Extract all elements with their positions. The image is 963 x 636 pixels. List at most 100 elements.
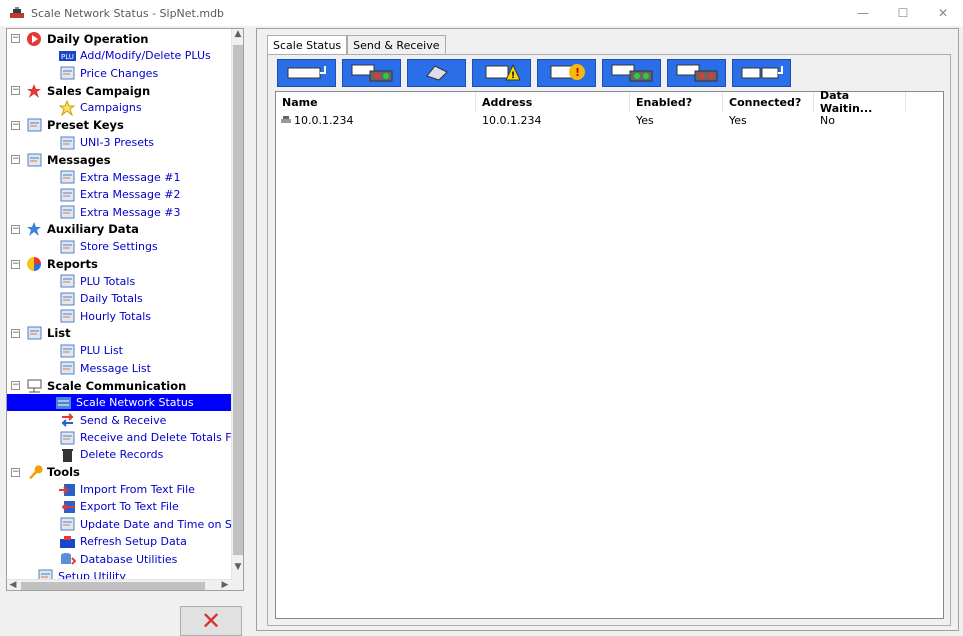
tree-group-3[interactable]: − Messages	[11, 151, 111, 168]
tree-group-5[interactable]: − Reports	[11, 256, 98, 273]
tree-item[interactable]: Extra Message #2	[59, 186, 180, 203]
maximize-button[interactable]: ☐	[883, 0, 923, 26]
table-row[interactable]: 10.0.1.234 10.0.1.234 Yes Yes No	[276, 112, 906, 128]
tree-item[interactable]: Import From Text File	[59, 481, 195, 498]
collapse-icon[interactable]: −	[11, 120, 20, 130]
hscroll-thumb[interactable]	[21, 582, 205, 590]
tree-group-8[interactable]: − Tools	[11, 464, 80, 481]
tree-item-label: Import From Text File	[80, 483, 195, 497]
scroll-up-icon[interactable]: ▲	[232, 29, 243, 43]
scale-unplug-icon	[740, 62, 784, 85]
tab-scale-status[interactable]: Scale Status	[267, 35, 348, 56]
tree-item[interactable]: Update Date and Time on S	[59, 516, 232, 533]
tree-item[interactable]: Hourly Totals	[59, 308, 151, 325]
database-icon	[59, 551, 77, 567]
scale-connect-button[interactable]	[277, 59, 336, 87]
star-icon	[26, 83, 43, 99]
scale-plug-icon	[285, 62, 329, 85]
tree-item[interactable]: PLU Add/Modify/Delete PLUs	[59, 47, 211, 64]
table-cell: Yes	[630, 112, 723, 128]
tree-item[interactable]: PLU Totals	[59, 273, 135, 290]
tree-item[interactable]: Scale Network Status	[7, 394, 233, 412]
tree-item[interactable]: Price Changes	[59, 65, 158, 82]
tree-group-0[interactable]: − Daily Operation	[11, 30, 148, 47]
tree-group-label: Auxiliary Data	[47, 222, 139, 237]
tree-item[interactable]: PLU List	[59, 342, 123, 359]
tree-item-label: Store Settings	[80, 240, 158, 254]
scale-red-icon	[675, 62, 719, 85]
tab-send-receive[interactable]: Send & Receive	[347, 35, 446, 55]
column-header[interactable]: Name	[276, 92, 476, 112]
tree-group-1[interactable]: − Sales Campaign	[11, 82, 150, 99]
tree-horizontal-scrollbar[interactable]: ◀ ▶	[7, 579, 233, 590]
scale-green-button[interactable]	[602, 59, 661, 87]
column-header[interactable]: Enabled?	[630, 92, 723, 112]
collapse-icon[interactable]: −	[11, 155, 20, 165]
column-header[interactable]: Address	[476, 92, 630, 112]
collapse-icon[interactable]: −	[11, 224, 20, 234]
tree-item-label: Receive and Delete Totals F	[80, 431, 232, 445]
scroll-down-icon[interactable]: ▼	[232, 562, 243, 576]
collapse-icon[interactable]: −	[11, 467, 20, 477]
cell-text: 10.0.1.234	[482, 113, 542, 127]
tree-vertical-scrollbar[interactable]: ▲ ▼	[231, 29, 243, 590]
minimize-button[interactable]: —	[843, 0, 883, 26]
tree-group-7[interactable]: − Scale Communication	[11, 377, 186, 394]
plu-list-icon	[59, 343, 76, 359]
tree-item[interactable]: UNI-3 Presets	[59, 134, 154, 151]
scale-red-button[interactable]	[667, 59, 726, 87]
tree-item[interactable]: Delete Records	[59, 446, 163, 463]
column-header[interactable]: Data Waitin...	[814, 89, 906, 115]
scale-disconnect-button[interactable]	[732, 59, 791, 87]
tree-item[interactable]: Extra Message #1	[59, 169, 180, 186]
tree-item[interactable]: Message List	[59, 360, 151, 377]
scale-list[interactable]: Name Address Enabled? Connected? Data Waitin…	[275, 89, 944, 619]
daily-operation-icon	[26, 31, 43, 47]
column-header[interactable]: Connected?	[723, 92, 814, 112]
date-time-icon	[59, 516, 76, 532]
tree-item-label: Hourly Totals	[80, 309, 151, 323]
auxiliary-star-icon	[26, 221, 43, 237]
tree-item[interactable]: Refresh Setup Data	[59, 533, 187, 550]
scroll-left-icon[interactable]: ◀	[7, 580, 19, 590]
receive-delete-icon	[59, 430, 76, 446]
tree-item[interactable]: Send & Receive	[59, 412, 166, 429]
collapse-icon[interactable]: −	[11, 259, 20, 269]
navigation-tree[interactable]: − Daily Operation PLU Add/Modify/Delete PLU…	[6, 28, 244, 591]
tree-item[interactable]: Store Settings	[59, 238, 158, 255]
tree-item[interactable]: Campaigns	[58, 99, 142, 117]
tab-label: Send & Receive	[353, 38, 440, 52]
scale-status-lights-button[interactable]	[342, 59, 401, 87]
close-icon: ✕	[200, 607, 222, 635]
window-title: Scale Network Status - SlpNet.mdb	[31, 6, 225, 20]
price-changes-icon	[59, 65, 76, 81]
tree-item[interactable]: Daily Totals	[59, 290, 143, 307]
erase-button[interactable]	[407, 59, 466, 87]
collapse-icon[interactable]: −	[11, 381, 20, 390]
warning-button[interactable]: !	[472, 59, 531, 87]
scale-device-icon	[280, 114, 292, 127]
tree-group-6[interactable]: − List	[11, 325, 71, 342]
tree-group-2[interactable]: − Preset Keys	[11, 117, 124, 134]
svg-text:!: !	[575, 66, 580, 79]
tree-item[interactable]: Receive and Delete Totals F	[59, 429, 232, 446]
scroll-right-icon[interactable]: ▶	[219, 580, 231, 590]
tree-group-4[interactable]: − Auxiliary Data	[11, 221, 139, 238]
scroll-thumb[interactable]	[233, 45, 243, 555]
scale-app-icon	[9, 6, 25, 20]
collapse-icon[interactable]: −	[11, 328, 20, 338]
window-close-button[interactable]: ✕	[923, 0, 963, 26]
close-panel-button[interactable]: ✕	[180, 606, 242, 636]
cell-text: Yes	[636, 113, 654, 127]
tree-item[interactable]: Export To Text File	[59, 498, 179, 515]
toolbar: !!	[277, 59, 797, 89]
alert-button[interactable]: !	[537, 59, 596, 87]
tree-item[interactable]: Database Utilities	[59, 551, 177, 568]
tree-item[interactable]: Extra Message #3	[59, 204, 180, 221]
tools-icon	[26, 464, 43, 480]
collapse-icon[interactable]: −	[11, 34, 20, 43]
collapse-icon[interactable]: −	[11, 86, 20, 96]
tree-group-label: Messages	[47, 152, 111, 167]
tree-item-label: Refresh Setup Data	[80, 535, 187, 549]
messages-icon	[26, 152, 43, 168]
